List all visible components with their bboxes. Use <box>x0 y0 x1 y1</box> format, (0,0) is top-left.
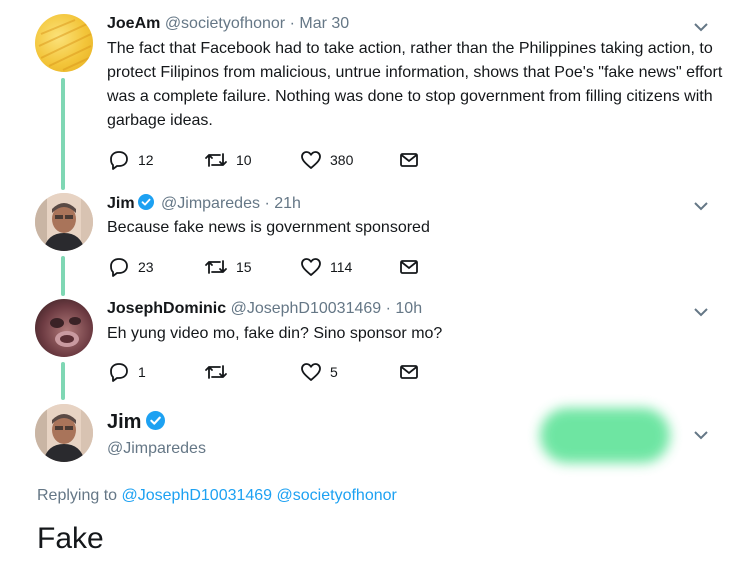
retweet-icon <box>205 365 227 379</box>
like-count: 5 <box>330 364 338 380</box>
dm-button[interactable] <box>399 361 419 383</box>
tweet-text: Because fake news is government sponsore… <box>107 219 430 236</box>
verified-badge-icon <box>146 411 166 430</box>
retweet-button[interactable]: 15 <box>204 256 252 278</box>
user-handle[interactable]: @JosephD10031469 <box>231 300 382 317</box>
user-handle[interactable]: @Jimparedes <box>107 440 206 458</box>
like-button[interactable]: 380 <box>300 149 353 171</box>
mention-link[interactable]: @societyofhonor <box>277 487 397 504</box>
dm-button[interactable] <box>399 149 419 171</box>
display-name[interactable]: Jim <box>107 195 135 212</box>
verified-badge-icon <box>137 194 154 210</box>
user-handle[interactable]: @Jimparedes <box>161 195 260 212</box>
reply-icon <box>110 151 128 170</box>
avatar[interactable] <box>35 14 93 72</box>
tweet-header: Jim @Jimparedes · 21h <box>107 194 301 213</box>
avatar[interactable] <box>35 193 93 251</box>
reply-button[interactable]: 12 <box>108 149 154 171</box>
user-handle[interactable]: @societyofhonor <box>165 15 285 32</box>
thread-line <box>61 362 65 400</box>
thread-line <box>61 78 65 190</box>
like-button[interactable]: 5 <box>300 361 338 383</box>
avatar[interactable] <box>35 299 93 357</box>
separator: · <box>264 195 270 212</box>
dm-button[interactable] <box>399 256 419 278</box>
timestamp[interactable]: 10h <box>395 300 422 317</box>
display-name[interactable]: Jim <box>107 411 168 434</box>
reply-icon <box>110 363 128 382</box>
reply-count: 1 <box>138 364 146 380</box>
chevron-down-icon[interactable] <box>693 427 709 443</box>
separator: · <box>385 300 391 317</box>
mention-link[interactable]: @JosephD10031469 <box>122 487 273 504</box>
thread-line <box>61 256 65 296</box>
tweet-header: JoeAm @societyofhonor · Mar 30 <box>107 15 349 33</box>
tweet-header: JosephDominic @JosephD10031469 · 10h <box>107 300 422 318</box>
tweet-text: Eh yung video mo, fake din? Sino sponsor… <box>107 325 443 342</box>
reply-icon <box>110 258 128 277</box>
replying-to-line: Replying to @JosephD10031469 @societyofh… <box>37 487 397 505</box>
envelope-icon <box>400 260 418 274</box>
tweet-text: Fake <box>37 522 104 555</box>
retweet-count: 15 <box>236 259 252 275</box>
retweet-button[interactable]: 10 <box>204 149 252 171</box>
envelope-icon <box>400 153 418 167</box>
replying-to-label: Replying to <box>37 487 118 504</box>
timestamp[interactable]: 21h <box>274 195 301 212</box>
follow-button-blurred[interactable] <box>540 408 670 463</box>
reply-count: 12 <box>138 152 154 168</box>
like-count: 380 <box>330 152 354 168</box>
timestamp[interactable]: Mar 30 <box>299 15 349 32</box>
like-button[interactable]: 114 <box>300 256 352 278</box>
heart-icon <box>301 363 321 381</box>
display-name[interactable]: JosephDominic <box>107 300 226 317</box>
reply-count: 23 <box>138 259 154 275</box>
retweet-button[interactable] <box>204 361 228 383</box>
retweet-icon <box>205 260 227 274</box>
envelope-icon <box>400 365 418 379</box>
heart-icon <box>301 151 321 169</box>
chevron-down-icon[interactable] <box>693 198 709 214</box>
reply-button[interactable]: 1 <box>108 361 146 383</box>
display-name-text: Jim <box>107 411 142 433</box>
display-name[interactable]: JoeAm <box>107 15 160 32</box>
separator: · <box>289 15 295 32</box>
retweet-icon <box>205 153 227 167</box>
retweet-count: 10 <box>236 152 252 168</box>
heart-icon <box>301 258 321 276</box>
like-count: 114 <box>330 259 353 275</box>
tweet-text: The fact that Facebook had to take actio… <box>107 40 723 129</box>
reply-button[interactable]: 23 <box>108 256 154 278</box>
avatar[interactable] <box>35 404 93 462</box>
chevron-down-icon[interactable] <box>693 304 709 320</box>
chevron-down-icon[interactable] <box>693 19 709 35</box>
